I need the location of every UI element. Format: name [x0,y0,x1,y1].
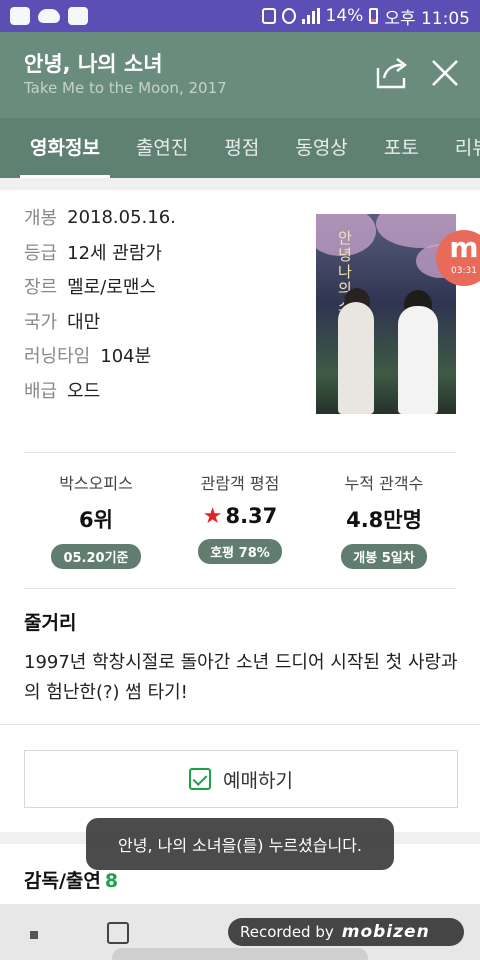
recording-badge-logo: m [449,231,479,264]
booking-label: 예매하기 [223,769,293,792]
info-row-runtime: 러닝타임 104분 [24,338,304,373]
share-icon[interactable] [374,56,410,90]
tab-bar: 영화정보 출연진 평점 동영상 포토 리뷰 [0,118,480,178]
divider [24,588,456,589]
section-gap [0,178,480,190]
cast-section-title[interactable]: 감독/출연 8 [24,866,118,893]
cast-count: 8 [104,870,119,892]
stat-label: 누적 관객수 [344,474,424,493]
movie-info-list: 개봉 2018.05.16. 등급 12세 관람가 장르 멜로/로맨스 국가 대… [24,200,304,407]
info-value: 104분 [100,346,152,368]
stat-value: 4.8만명 [346,508,422,532]
synopsis-text: 1997년 학창시절로 돌아간 소년 드디어 시작된 첫 사랑과의 험난한(?)… [24,652,458,703]
mobizen-icon [68,7,88,25]
info-value: 멜로/로맨스 [67,277,156,299]
tab-photos[interactable]: 포토 [374,118,429,178]
stat-value-row: ★ 8.37 [168,504,312,529]
recording-timer: 03:31 [451,266,477,276]
info-row-release: 개봉 2018.05.16. [24,200,304,235]
poster-figure [398,306,438,414]
battery-icon [369,8,379,24]
stat-label: 박스오피스 [59,474,133,493]
movie-poster[interactable]: 안녕 나의 소녀 [316,214,456,414]
info-key: 개봉 [24,208,58,230]
mobizen-logo: mobizen [341,922,430,942]
info-value: 2018.05.16. [67,206,176,228]
recording-watermark: Recorded by mobizen [228,918,464,946]
info-key: 등급 [24,242,58,264]
star-icon: ★ [202,504,223,529]
stat-label: 관람객 평점 [200,474,280,493]
home-square-icon[interactable] [107,922,129,944]
stat-box-office[interactable]: 박스오피스 6위 05.20기준 [24,470,168,569]
tab-movie-info[interactable]: 영화정보 [20,118,110,178]
poster-figure [338,302,374,414]
movie-subtitle: Take Me to the Moon, 2017 [24,79,227,97]
tab-videos[interactable]: 동영상 [285,118,357,178]
stat-chip: 05.20기준 [51,544,141,569]
cloud-icon [38,9,60,23]
movie-stats: 박스오피스 6위 05.20기준 관람객 평점 ★ 8.37 호평 78% 누적 … [24,470,456,569]
info-row-genre: 장르 멜로/로맨스 [24,269,304,304]
stat-cumulative-audience[interactable]: 누적 관객수 4.8만명 개봉 5일차 [312,470,456,569]
battery-percent: 14% [325,6,364,26]
toast-message: 안녕, 나의 소녀을(를) 누르셨습니다. [86,818,394,870]
alarm-icon [281,8,296,24]
recording-prefix: Recorded by [240,923,334,941]
tab-cast[interactable]: 출연진 [126,118,198,178]
info-row-rating: 등급 12세 관람가 [24,235,304,270]
signal-icon [301,8,320,24]
info-key: 장르 [24,277,58,299]
movie-title: 안녕, 나의 소녀 [24,52,163,76]
stat-chip: 개봉 5일차 [341,544,427,569]
booking-button[interactable]: 예매하기 [24,750,458,808]
app-notification-icon [10,7,30,25]
stat-chip: 호평 78% [198,539,282,564]
info-value: 오드 [67,380,101,402]
synopsis-title: 줄거리 [24,612,77,634]
clock: 오후 11:05 [384,8,470,29]
info-row-distributor: 배급 오드 [24,373,304,408]
calendar-check-icon [189,768,212,790]
nav-pill [112,948,368,960]
info-value: 대만 [67,311,101,333]
info-key: 국가 [24,311,58,333]
info-value: 12세 관람가 [67,242,162,264]
stat-value: 6위 [79,508,113,532]
info-row-country: 국가 대만 [24,304,304,339]
divider [24,452,456,453]
divider [0,724,480,725]
vibrate-icon [261,8,276,24]
tab-reviews[interactable]: 리뷰 [445,118,480,178]
stat-audience-rating[interactable]: 관람객 평점 ★ 8.37 호평 78% [168,470,312,569]
close-icon[interactable] [428,56,462,90]
info-key: 배급 [24,380,58,402]
cast-title: 감독/출연 [24,870,101,892]
tab-ratings[interactable]: 평점 [214,118,269,178]
status-bar: 14% 오후 11:05 [0,0,480,32]
info-key: 러닝타임 [24,346,91,368]
recent-apps-icon[interactable] [30,931,38,939]
stat-value: 8.37 [225,504,278,528]
movie-header: 안녕, 나의 소녀 Take Me to the Moon, 2017 [0,32,480,118]
